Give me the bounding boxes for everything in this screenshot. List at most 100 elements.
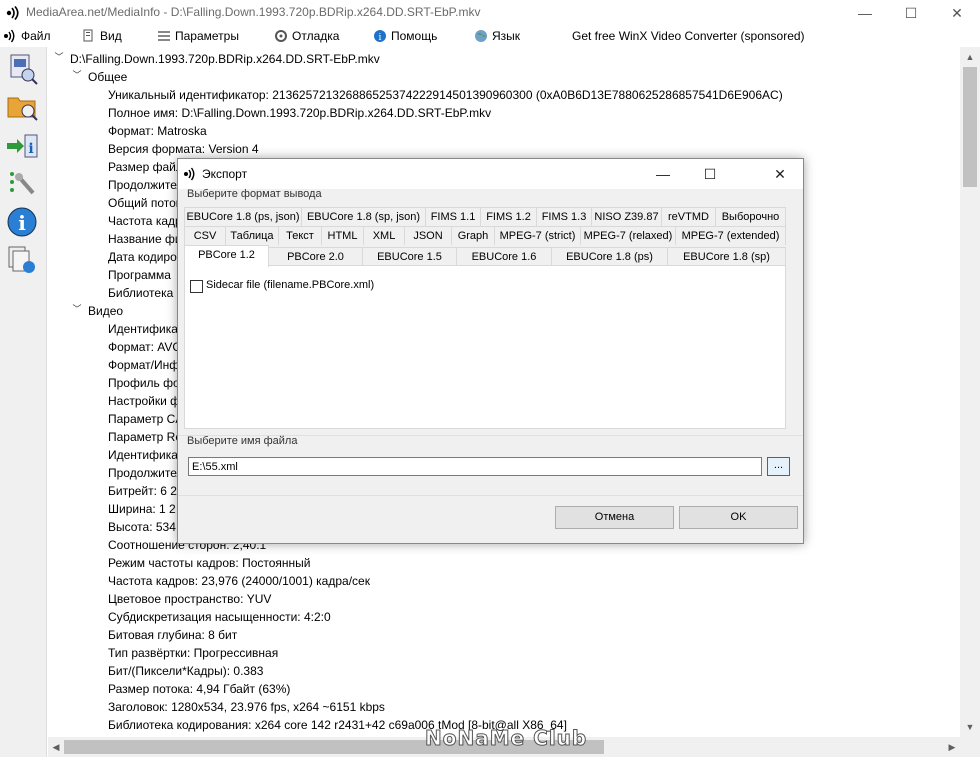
tree-item[interactable]: Формат: AVC (108, 338, 181, 356)
about-icon[interactable]: i (5, 205, 39, 239)
open-folder-icon[interactable] (5, 89, 39, 123)
dialog-close-button[interactable]: ✕ (757, 159, 803, 189)
tree-item[interactable]: Режим частоты кадров: Постоянный (108, 554, 310, 572)
tree-item[interactable]: Размер потока: 4,94 Гбайт (63%) (108, 680, 290, 698)
menu-help[interactable]: i Помощь (373, 28, 437, 45)
debug-icon (275, 30, 287, 42)
tab-ebucore-16[interactable]: EBUCore 1.6 (456, 247, 552, 266)
tree-section-video[interactable]: Видео (88, 302, 123, 320)
general-toggle-icon[interactable]: ﹀ (72, 68, 82, 86)
tree-item[interactable]: Общий поток (108, 194, 181, 212)
tab-revtmd[interactable]: reVTMD (661, 207, 716, 226)
tree-item[interactable]: Цветовое пространство: YUV (108, 590, 271, 608)
tree-item[interactable]: Бит/(Пиксели*Кадры): 0.383 (108, 662, 263, 680)
close-button[interactable]: ✕ (934, 0, 980, 26)
vertical-scroll-thumb[interactable] (963, 67, 977, 187)
export-icon[interactable]: i (5, 129, 39, 163)
menu-params[interactable]: Параметры (157, 28, 239, 45)
svg-text:i: i (18, 211, 26, 235)
tree-item[interactable]: Формат: Matroska (108, 122, 207, 140)
menu-lang[interactable]: Язык (474, 28, 520, 45)
menu-view[interactable]: Вид (82, 28, 122, 45)
tree-item[interactable]: Высота: 534 (108, 518, 176, 536)
tab-mpeg7-relaxed[interactable]: MPEG-7 (relaxed) (580, 226, 676, 245)
maximize-button[interactable]: ☐ (888, 0, 934, 26)
tab-ebucore-18-ps-json[interactable]: EBUCore 1.8 (ps, json) (184, 207, 302, 226)
tree-item[interactable]: Битрейт: 6 2 (108, 482, 177, 500)
mediainfo-app-icon (6, 6, 19, 20)
svg-text:i: i (379, 33, 382, 43)
divider (178, 495, 803, 496)
menu-file[interactable]: Файл (3, 28, 51, 45)
tree-item[interactable]: Заголовок: 1280x534, 23.976 fps, x264 ~6… (108, 698, 385, 716)
knowledge-icon[interactable] (5, 243, 39, 277)
tree-item[interactable]: Субдискретизация насыщенности: 4:2:0 (108, 608, 331, 626)
open-file-icon[interactable] (5, 51, 39, 85)
tree-item[interactable]: Полное имя: D:\Falling.Down.1993.720p.BD… (108, 104, 491, 122)
tab-ebucore-18-ps[interactable]: EBUCore 1.8 (ps) (551, 247, 668, 266)
ok-button[interactable]: OK (679, 506, 798, 529)
tab-custom[interactable]: Выборочно (715, 207, 786, 226)
menu-lang-label: Язык (492, 29, 521, 43)
scroll-left-icon[interactable]: ◀ (48, 737, 64, 757)
tree-item[interactable]: Версия формата: Version 4 (108, 140, 259, 158)
sidecar-checkbox[interactable] (190, 280, 203, 293)
vertical-scrollbar[interactable]: ▲ ▼ (960, 47, 980, 737)
tab-pbcore-20[interactable]: PBCore 2.0 (268, 247, 363, 266)
file-icon (4, 29, 15, 43)
tree-item[interactable]: Битовая глубина: 8 бит (108, 626, 237, 644)
window-title: MediaArea.net/MediaInfo - D:\Falling.Dow… (26, 5, 481, 19)
tab-ebucore-18-sp[interactable]: EBUCore 1.8 (sp) (667, 247, 786, 266)
menu-file-label: Файл (21, 29, 51, 43)
tree-section-general[interactable]: Общее (88, 68, 127, 86)
mediainfo-dialog-icon (184, 167, 195, 181)
cancel-button[interactable]: Отмена (555, 506, 674, 529)
tab-html[interactable]: HTML (321, 226, 364, 245)
tab-csv[interactable]: CSV (184, 226, 226, 245)
tab-text[interactable]: Текст (278, 226, 322, 245)
settings-icon[interactable] (5, 167, 39, 201)
format-group-label: Выберите формат вывода (187, 188, 322, 200)
svg-text:i: i (28, 141, 33, 157)
filename-input[interactable]: E:\55.xml (188, 457, 762, 476)
globe-icon (475, 30, 487, 42)
tab-ebucore-18-sp-json[interactable]: EBUCore 1.8 (sp, json) (301, 207, 426, 226)
tab-mpeg7-extended[interactable]: MPEG-7 (extended) (675, 226, 786, 245)
scroll-up-icon[interactable]: ▲ (960, 49, 980, 65)
tab-ebucore-15[interactable]: EBUCore 1.5 (362, 247, 457, 266)
scroll-down-icon[interactable]: ▼ (960, 719, 980, 735)
tree-item[interactable]: Ширина: 1 2 (108, 500, 176, 518)
tree-item[interactable]: Программа (108, 266, 171, 284)
menu-sponsor[interactable]: Get free WinX Video Converter (sponsored… (572, 28, 805, 45)
browse-button[interactable]: ... (767, 457, 790, 476)
menu-help-label: Помощь (391, 29, 438, 43)
dialog-minimize-button[interactable]: — (640, 159, 686, 189)
tab-niso[interactable]: NISO Z39.87 (591, 207, 662, 226)
dialog-maximize-button[interactable]: ☐ (687, 159, 733, 189)
tree-root-toggle-icon[interactable]: ﹀ (54, 50, 64, 68)
tab-json[interactable]: JSON (404, 226, 452, 245)
tab-xml[interactable]: XML (363, 226, 405, 245)
watermark: NoNaMe Club (424, 726, 588, 751)
tree-item[interactable]: Частота кадров: 23,976 (24000/1001) кадр… (108, 572, 370, 590)
view-icon (83, 29, 93, 42)
tab-mpeg7-strict[interactable]: MPEG-7 (strict) (494, 226, 581, 245)
file-group-label: Выберите имя файла (187, 435, 298, 447)
dialog-titlebar: Экспорт ☐ — ✕ (178, 159, 803, 189)
tree-item[interactable]: Уникальный идентификатор: 21362572132688… (108, 86, 783, 104)
tab-table[interactable]: Таблица (225, 226, 279, 245)
left-toolbar: i i (0, 47, 47, 757)
tab-graph[interactable]: Graph (451, 226, 495, 245)
minimize-button[interactable]: — (842, 0, 888, 26)
tree-root[interactable]: D:\Falling.Down.1993.720p.BDRip.x264.DD.… (70, 50, 380, 68)
tab-fims-13[interactable]: FIMS 1.3 (536, 207, 592, 226)
tab-fims-11[interactable]: FIMS 1.1 (425, 207, 481, 226)
scroll-right-icon[interactable]: ▶ (944, 737, 960, 757)
tab-fims-12[interactable]: FIMS 1.2 (480, 207, 537, 226)
video-toggle-icon[interactable]: ﹀ (72, 302, 82, 320)
tab-pbcore-12[interactable]: PBCore 1.2 (184, 245, 269, 267)
tree-item[interactable]: Тип развёртки: Прогрессивная (108, 644, 278, 662)
menu-debug[interactable]: Отладка (274, 28, 339, 45)
tree-item[interactable]: Библиотека (108, 284, 173, 302)
sidecar-checkbox-label[interactable]: Sidecar file (filename.PBCore.xml) (206, 279, 374, 291)
